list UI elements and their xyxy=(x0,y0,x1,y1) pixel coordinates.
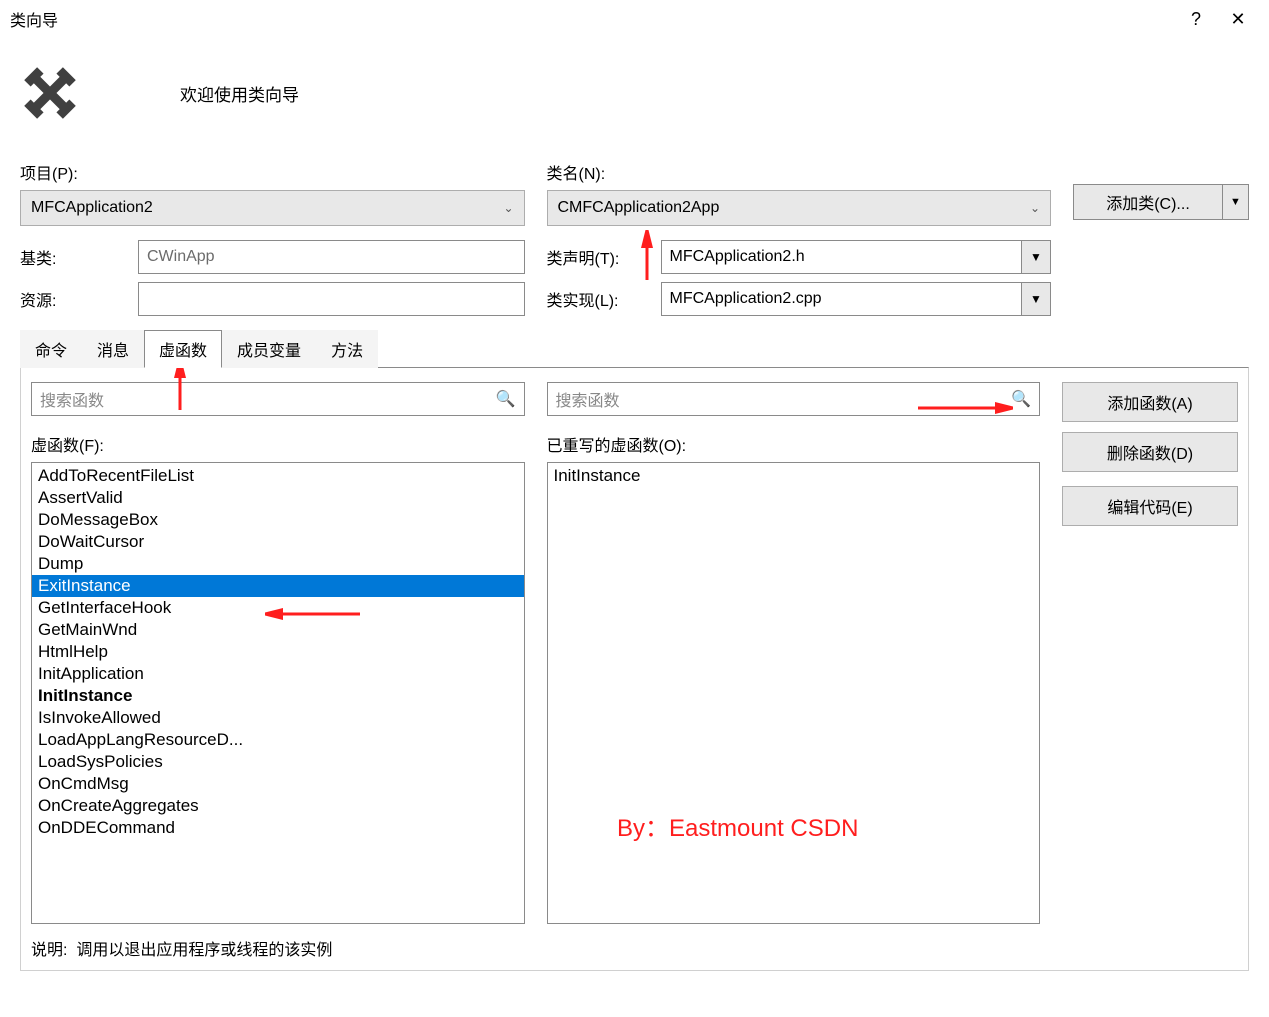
list-item[interactable]: OnCreateAggregates xyxy=(32,795,524,817)
window-title: 类向导 xyxy=(10,7,1175,31)
overridden-label: 已重写的虚函数(O): xyxy=(547,432,1041,456)
tab-bar: 命令消息虚函数成员变量方法 xyxy=(20,330,1249,368)
description-row: 说明: 调用以退出应用程序或线程的该实例 xyxy=(31,936,1238,960)
add-function-button[interactable]: 添加函数(A) xyxy=(1062,382,1238,422)
classdecl-combo[interactable]: MFCApplication2.h ▼ xyxy=(661,240,1052,274)
chevron-down-icon[interactable]: ▼ xyxy=(1021,240,1051,274)
baseclass-label: 基类: xyxy=(20,245,120,269)
list-item[interactable]: GetMainWnd xyxy=(32,619,524,641)
tab-method[interactable]: 方法 xyxy=(316,330,378,368)
edit-code-button[interactable]: 编辑代码(E) xyxy=(1062,486,1238,526)
baseclass-field: CWinApp xyxy=(138,240,525,274)
list-item[interactable]: InitInstance xyxy=(32,685,524,707)
list-item[interactable]: GetInterfaceHook xyxy=(32,597,524,619)
list-item[interactable]: InitInstance xyxy=(548,465,1040,487)
list-item[interactable]: Dump xyxy=(32,553,524,575)
list-item[interactable]: HtmlHelp xyxy=(32,641,524,663)
list-item[interactable]: DoWaitCursor xyxy=(32,531,524,553)
tab-cmd[interactable]: 命令 xyxy=(20,330,82,368)
tab-virt[interactable]: 虚函数 xyxy=(144,330,222,368)
project-label: 项目(P): xyxy=(20,160,525,184)
delete-function-button[interactable]: 删除函数(D) xyxy=(1062,432,1238,472)
tab-member[interactable]: 成员变量 xyxy=(222,330,316,368)
search-overridden-input[interactable]: 搜索函数 🔍 xyxy=(547,382,1041,416)
list-item[interactable]: IsInvokeAllowed xyxy=(32,707,524,729)
wizard-icon xyxy=(10,53,90,133)
search-icon: 🔍 xyxy=(496,389,516,409)
classdecl-label: 类声明(T): xyxy=(547,245,639,269)
overridden-listbox[interactable]: InitInstance xyxy=(547,462,1041,924)
tab-msg[interactable]: 消息 xyxy=(82,330,144,368)
classimpl-label: 类实现(L): xyxy=(547,287,639,311)
watermark: By：Eastmount CSDN xyxy=(617,808,858,843)
list-item[interactable]: OnCmdMsg xyxy=(32,773,524,795)
list-item[interactable]: DoMessageBox xyxy=(32,509,524,531)
list-item[interactable]: LoadSysPolicies xyxy=(32,751,524,773)
chevron-down-icon[interactable]: ▼ xyxy=(1223,184,1249,220)
virtual-functions-tab-content: 搜索函数 🔍 搜索函数 🔍 添加函数(A) 虚函数(F): AddToRecen… xyxy=(20,367,1249,971)
list-item[interactable]: ExitInstance xyxy=(32,575,524,597)
chevron-down-icon[interactable]: ▼ xyxy=(1021,282,1051,316)
chevron-down-icon: ⌄ xyxy=(1030,201,1040,215)
classname-label: 类名(N): xyxy=(547,160,1052,184)
classimpl-combo[interactable]: MFCApplication2.cpp ▼ xyxy=(661,282,1052,316)
virtual-functions-label: 虚函数(F): xyxy=(31,432,525,456)
titlebar: 类向导 ? ✕ xyxy=(0,0,1269,38)
list-item[interactable]: AssertValid xyxy=(32,487,524,509)
add-class-button[interactable]: 添加类(C)... ▼ xyxy=(1073,184,1249,220)
resource-field xyxy=(138,282,525,316)
list-item[interactable]: AddToRecentFileList xyxy=(32,465,524,487)
list-item[interactable]: OnDDECommand xyxy=(32,817,524,839)
virtual-functions-listbox[interactable]: AddToRecentFileListAssertValidDoMessageB… xyxy=(31,462,525,924)
close-button[interactable]: ✕ xyxy=(1217,9,1259,30)
resource-label: 资源: xyxy=(20,287,120,311)
list-item[interactable]: LoadAppLangResourceD... xyxy=(32,729,524,751)
class-wizard-dialog: 类向导 ? ✕ 欢迎使用类向导 项目(P): xyxy=(0,0,1269,1017)
welcome-text: 欢迎使用类向导 xyxy=(180,81,299,106)
header: 欢迎使用类向导 xyxy=(0,38,1269,148)
chevron-down-icon: ⌄ xyxy=(503,201,513,215)
classname-dropdown[interactable]: CMFCApplication2App ⌄ xyxy=(547,190,1052,226)
search-virtual-input[interactable]: 搜索函数 🔍 xyxy=(31,382,525,416)
search-icon: 🔍 xyxy=(1011,389,1031,409)
project-dropdown[interactable]: MFCApplication2 ⌄ xyxy=(20,190,525,226)
list-item[interactable]: InitApplication xyxy=(32,663,524,685)
help-button[interactable]: ? xyxy=(1175,9,1217,30)
